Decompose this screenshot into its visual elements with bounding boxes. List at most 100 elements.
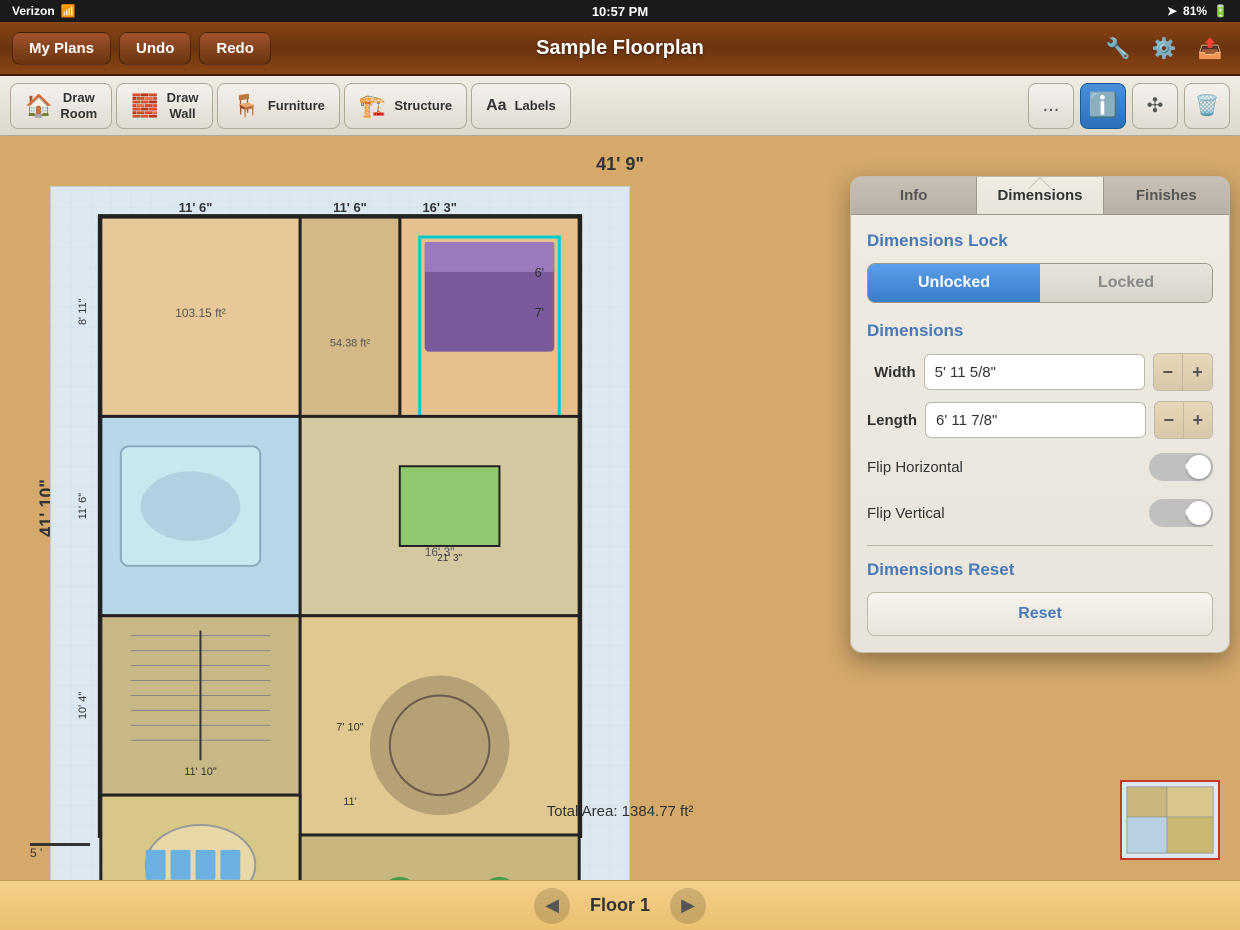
svg-text:10' 4": 10' 4"	[77, 692, 89, 719]
move-button[interactable]: ✣	[1132, 83, 1178, 129]
dimensions-section-title: Dimensions	[867, 321, 1213, 341]
move-icon: ✣	[1147, 93, 1164, 118]
my-plans-button[interactable]: My Plans	[12, 32, 111, 65]
flip-vertical-state: OFF	[1185, 507, 1207, 519]
draw-wall-label2: Wall	[167, 106, 199, 122]
more-icon: ...	[1043, 94, 1060, 117]
furniture-label: Furniture	[268, 98, 325, 114]
svg-text:16' 3": 16' 3"	[422, 200, 456, 215]
more-button[interactable]: ...	[1028, 83, 1074, 129]
flip-horizontal-state: OFF	[1185, 461, 1207, 473]
length-decrease-button[interactable]: −	[1155, 402, 1184, 438]
width-decrease-button[interactable]: −	[1154, 354, 1183, 390]
svg-text:7' 10": 7' 10"	[336, 721, 363, 733]
flip-vertical-toggle[interactable]: OFF	[1149, 499, 1213, 527]
prev-floor-button[interactable]: ◀	[534, 888, 570, 924]
trash-icon: 🗑️	[1195, 93, 1220, 118]
width-row: Width − +	[867, 353, 1213, 391]
trash-button[interactable]: 🗑️	[1184, 83, 1230, 129]
flip-horizontal-toggle[interactable]: OFF	[1149, 453, 1213, 481]
draw-wall-button[interactable]: 🧱 Draw Wall	[116, 83, 213, 129]
draw-room-label1: Draw	[60, 90, 97, 106]
svg-text:11' 6": 11' 6"	[77, 493, 89, 520]
scale-indicator: 5 '	[30, 843, 90, 860]
labels-icon: Aa	[486, 97, 506, 115]
panel-body: Dimensions Lock Unlocked Locked Dimensio…	[851, 215, 1229, 652]
dimensions-panel: Info Dimensions Finishes Dimensions Lock…	[850, 176, 1230, 653]
status-bar: Verizon 📶 10:57 PM ➤ 81% 🔋	[0, 0, 1240, 22]
width-stepper: − +	[1153, 353, 1213, 391]
wifi-icon: 📶	[61, 4, 76, 18]
locked-button[interactable]: Locked	[1040, 264, 1212, 302]
toolbar-right: ... ℹ️ ✣ 🗑️	[1028, 83, 1230, 129]
scale-label: 5 '	[30, 846, 42, 860]
status-right: ➤ 81% 🔋	[1167, 4, 1228, 18]
width-input[interactable]	[924, 354, 1145, 390]
svg-text:6': 6'	[534, 265, 544, 280]
width-label: Width	[867, 364, 916, 381]
flip-horizontal-label: Flip Horizontal	[867, 459, 963, 476]
svg-text:11' 6": 11' 6"	[333, 200, 367, 215]
tab-dimensions[interactable]: Dimensions	[977, 177, 1103, 214]
floor-label: Floor 1	[590, 895, 650, 916]
width-increase-button[interactable]: +	[1183, 354, 1212, 390]
draw-wall-icon: 🧱	[131, 93, 158, 119]
svg-text:7': 7'	[534, 305, 544, 320]
dimensions-reset-title: Dimensions Reset	[867, 560, 1213, 580]
main-canvas-area: 41' 9" 41' 10" 103.15 ft²	[0, 136, 1240, 880]
info-icon: ℹ️	[1088, 91, 1118, 120]
export-icon[interactable]: 📤	[1192, 30, 1228, 66]
furniture-icon: 🪑	[232, 93, 259, 119]
floor-plan-canvas[interactable]: 103.15 ft² 189.39 ft² 54.38 ft² 119.72 f…	[50, 186, 630, 880]
tab-finishes[interactable]: Finishes	[1104, 177, 1229, 214]
wrench-icon[interactable]: 🔧	[1100, 30, 1136, 66]
flip-vertical-label: Flip Vertical	[867, 505, 945, 522]
bottom-bar: ◀ Floor 1 ▶	[0, 880, 1240, 930]
svg-text:8' 11": 8' 11"	[77, 298, 89, 325]
lock-toggle: Unlocked Locked	[867, 263, 1213, 303]
title-bar: My Plans Undo Redo Sample Floorplan 🔧 ⚙️…	[0, 22, 1240, 76]
carrier-label: Verizon	[12, 4, 55, 18]
structure-icon: 🏗️	[359, 93, 386, 119]
total-area-label: Total Area: 1384.77 ft²	[547, 803, 694, 820]
flip-vertical-row: Flip Vertical OFF	[867, 495, 1213, 531]
toolbar: 🏠 Draw Room 🧱 Draw Wall 🪑 Furniture 🏗️ S…	[0, 76, 1240, 136]
draw-room-button[interactable]: 🏠 Draw Room	[10, 83, 112, 129]
svg-text:54.38 ft²: 54.38 ft²	[330, 338, 371, 350]
next-floor-button[interactable]: ▶	[670, 888, 706, 924]
undo-button[interactable]: Undo	[119, 32, 191, 65]
dimensions-lock-title: Dimensions Lock	[867, 231, 1213, 251]
app-title: Sample Floorplan	[536, 37, 704, 60]
length-label: Length	[867, 412, 917, 429]
panel-tabs: Info Dimensions Finishes	[851, 177, 1229, 215]
location-icon: ➤	[1167, 4, 1177, 18]
unlocked-button[interactable]: Unlocked	[868, 264, 1040, 302]
draw-wall-label1: Draw	[167, 90, 199, 106]
status-left: Verizon 📶	[12, 4, 76, 18]
svg-text:21' 3": 21' 3"	[437, 553, 462, 564]
dimension-top-label: 41' 9"	[596, 154, 644, 175]
battery-icon: 🔋	[1213, 4, 1228, 18]
minimap[interactable]	[1120, 780, 1220, 860]
length-input[interactable]	[925, 402, 1146, 438]
flip-horizontal-row: Flip Horizontal OFF	[867, 449, 1213, 485]
svg-text:11': 11'	[343, 796, 356, 808]
svg-text:103.15 ft²: 103.15 ft²	[175, 306, 225, 320]
svg-text:11' 10": 11' 10"	[184, 766, 217, 778]
labels-label: Labels	[515, 98, 556, 114]
length-increase-button[interactable]: +	[1184, 402, 1212, 438]
svg-text:11' 6": 11' 6"	[179, 200, 213, 215]
reset-button[interactable]: Reset	[867, 592, 1213, 636]
settings-icon[interactable]: ⚙️	[1146, 30, 1182, 66]
time-label: 10:57 PM	[592, 4, 648, 19]
length-stepper: − +	[1154, 401, 1213, 439]
structure-button[interactable]: 🏗️ Structure	[344, 83, 467, 129]
panel-divider	[867, 545, 1213, 546]
tab-info[interactable]: Info	[851, 177, 977, 214]
furniture-button[interactable]: 🪑 Furniture	[217, 83, 339, 129]
title-left-buttons: My Plans Undo Redo	[12, 32, 271, 65]
draw-room-label2: Room	[60, 106, 97, 122]
info-button[interactable]: ℹ️	[1080, 83, 1126, 129]
labels-button[interactable]: Aa Labels	[471, 83, 571, 129]
redo-button[interactable]: Redo	[199, 32, 271, 65]
